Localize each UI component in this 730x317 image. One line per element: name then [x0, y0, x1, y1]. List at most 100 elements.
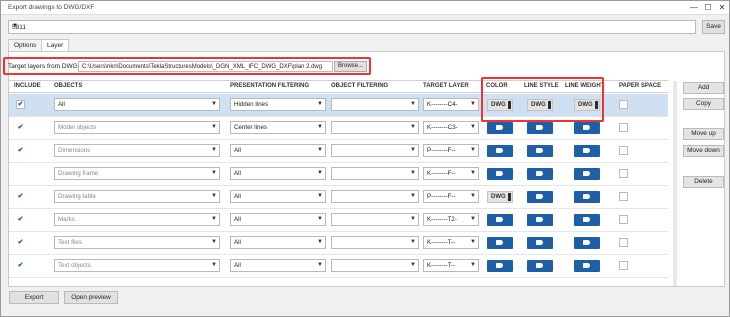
presentation-dropdown[interactable]: All ▼: [230, 144, 326, 157]
table-row[interactable]: ✔ Text objects ▼ All ▼ ▼ K--------T-- ▼: [9, 255, 668, 278]
line-style-button[interactable]: [527, 214, 553, 226]
table-row[interactable]: ✔ Marks ▼ All ▼ ▼ K--------T2- ▼: [9, 209, 668, 232]
object-filter-dropdown[interactable]: ▼: [331, 144, 419, 157]
objects-dropdown[interactable]: Drawing frame ▼: [54, 167, 220, 180]
window-title: Export drawings to DWG/DXF: [8, 4, 95, 11]
table-row[interactable]: ✔ Drawing table ▼ All ▼ ▼ P--------F-- ▼ DWG: [9, 186, 668, 209]
objects-value: Text objects: [58, 262, 91, 269]
line-style-button[interactable]: [527, 145, 553, 157]
target-layer-value: K--------C3-: [427, 124, 458, 131]
object-filter-dropdown[interactable]: ▼: [331, 121, 419, 134]
color-button[interactable]: DWG: [487, 191, 513, 203]
include-checkbox[interactable]: ✔: [16, 146, 25, 155]
paper-space-checkbox[interactable]: [619, 238, 628, 247]
presentation-dropdown[interactable]: All ▼: [230, 236, 326, 249]
target-layer-dropdown[interactable]: K--------F-- ▼: [423, 167, 479, 180]
target-layer-dropdown[interactable]: K--------C3- ▼: [423, 121, 479, 134]
target-layer-dropdown[interactable]: K--------T-- ▼: [423, 236, 479, 249]
table-row[interactable]: Drawing frame ▼ All ▼ ▼ K--------F-- ▼: [9, 163, 668, 186]
presentation-dropdown[interactable]: All ▼: [230, 190, 326, 203]
include-checkbox[interactable]: ✔: [16, 215, 25, 224]
presentation-dropdown[interactable]: Center lines ▼: [230, 121, 326, 134]
save-button[interactable]: Save: [702, 20, 725, 34]
line-weight-button[interactable]: [574, 145, 600, 157]
color-button[interactable]: [487, 260, 513, 272]
paper-space-checkbox[interactable]: [619, 169, 628, 178]
target-layer-dropdown[interactable]: K--------C4- ▼: [423, 98, 479, 111]
move-up-button[interactable]: Move up: [683, 128, 724, 140]
table-row[interactable]: ✔ Dimensions ▼ All ▼ ▼ P--------F-- ▼: [9, 140, 668, 163]
move-down-button[interactable]: Move down: [683, 145, 724, 157]
objects-dropdown[interactable]: Dimensions ▼: [54, 144, 220, 157]
minimize-icon[interactable]: —: [687, 2, 701, 13]
delete-button[interactable]: Delete: [683, 176, 724, 188]
color-button[interactable]: [487, 122, 513, 134]
objects-dropdown[interactable]: Text objects ▼: [54, 259, 220, 272]
object-filter-dropdown[interactable]: ▼: [331, 167, 419, 180]
line-style-button[interactable]: [527, 122, 553, 134]
objects-dropdown[interactable]: All ▼: [54, 98, 220, 111]
line-weight-button[interactable]: [574, 214, 600, 226]
object-filter-dropdown[interactable]: ▼: [331, 98, 419, 111]
include-checkbox[interactable]: ✔: [16, 100, 25, 109]
paper-space-checkbox[interactable]: [619, 146, 628, 155]
object-filter-dropdown[interactable]: ▼: [331, 190, 419, 203]
presentation-dropdown[interactable]: Hidden lines ▼: [230, 98, 326, 111]
target-layer-dropdown[interactable]: K--------T2- ▼: [423, 213, 479, 226]
col-presentation-filtering: PRESENTATION FILTERING: [230, 83, 309, 89]
line-weight-button[interactable]: [574, 237, 600, 249]
add-button[interactable]: Add: [683, 82, 724, 94]
include-checkbox[interactable]: [16, 169, 25, 178]
chevron-down-icon: ▼: [410, 216, 416, 222]
object-filter-dropdown[interactable]: ▼: [331, 259, 419, 272]
object-filter-dropdown[interactable]: ▼: [331, 236, 419, 249]
paper-space-checkbox[interactable]: [619, 215, 628, 224]
chevron-down-icon: ▼: [410, 124, 416, 130]
objects-dropdown[interactable]: Drawing table ▼: [54, 190, 220, 203]
line-style-button[interactable]: [527, 237, 553, 249]
paper-space-checkbox[interactable]: [619, 100, 628, 109]
line-weight-button[interactable]: [574, 122, 600, 134]
paper-space-checkbox[interactable]: [619, 123, 628, 132]
object-filter-dropdown[interactable]: ▼: [331, 213, 419, 226]
chevron-down-icon: ▼: [317, 170, 323, 176]
table-scrollbar[interactable]: [673, 81, 677, 286]
presentation-dropdown[interactable]: All ▼: [230, 167, 326, 180]
color-button[interactable]: [487, 214, 513, 226]
col-include: INCLUDE: [14, 83, 41, 89]
presentation-dropdown[interactable]: All ▼: [230, 259, 326, 272]
line-style-button[interactable]: [527, 260, 553, 272]
line-weight-button[interactable]: [574, 260, 600, 272]
line-style-button[interactable]: [527, 191, 553, 203]
objects-dropdown[interactable]: Text files ▼: [54, 236, 220, 249]
export-button[interactable]: Export: [9, 291, 59, 304]
include-checkbox[interactable]: ✔: [16, 192, 25, 201]
paper-space-checkbox[interactable]: [619, 261, 628, 270]
chevron-down-icon: ▼: [470, 193, 476, 199]
target-layer-dropdown[interactable]: K--------T-- ▼: [423, 259, 479, 272]
objects-dropdown[interactable]: Model objects ▼: [54, 121, 220, 134]
line-weight-button[interactable]: [574, 168, 600, 180]
highlight-dwg-columns: [481, 77, 604, 122]
include-checkbox[interactable]: ✔: [16, 238, 25, 247]
open-preview-button[interactable]: Open preview: [64, 291, 118, 304]
presentation-dropdown[interactable]: All ▼: [230, 213, 326, 226]
target-layer-dropdown[interactable]: P--------F-- ▼: [423, 190, 479, 203]
chevron-down-icon: ▼: [211, 170, 217, 176]
preset-select[interactable]: 5811 ▼: [8, 20, 696, 34]
target-layer-dropdown[interactable]: P--------F-- ▼: [423, 144, 479, 157]
color-button[interactable]: [487, 237, 513, 249]
copy-button[interactable]: Copy: [683, 98, 724, 110]
chevron-down-icon: ▼: [317, 101, 323, 107]
line-weight-button[interactable]: [574, 191, 600, 203]
close-icon[interactable]: ✕: [715, 2, 729, 13]
color-button[interactable]: [487, 168, 513, 180]
table-row[interactable]: ✔ Text files ▼ All ▼ ▼ K--------T-- ▼: [9, 232, 668, 255]
include-checkbox[interactable]: ✔: [16, 123, 25, 132]
paper-space-checkbox[interactable]: [619, 192, 628, 201]
maximize-icon[interactable]: ☐: [701, 2, 715, 13]
objects-dropdown[interactable]: Marks ▼: [54, 213, 220, 226]
color-button[interactable]: [487, 145, 513, 157]
line-style-button[interactable]: [527, 168, 553, 180]
include-checkbox[interactable]: ✔: [16, 261, 25, 270]
